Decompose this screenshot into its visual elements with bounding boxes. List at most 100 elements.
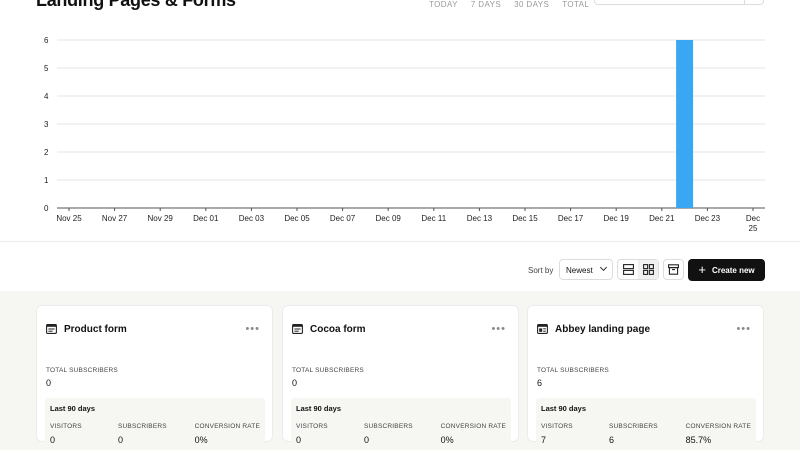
more-options-icon[interactable]: ••• — [245, 323, 260, 335]
stat-visitors: VISITORS 0 — [296, 423, 328, 445]
x-tick-label: Dec 21 — [649, 214, 675, 223]
y-tick-label: 2 — [44, 148, 49, 157]
more-options-icon[interactable]: ••• — [736, 323, 751, 335]
card-title: Product form — [64, 324, 127, 335]
total-subscribers-value: 0 — [292, 378, 298, 388]
x-tick-label: Nov 27 — [102, 214, 128, 223]
list-view-icon — [622, 264, 634, 275]
x-tick-label: Dec 09 — [376, 214, 402, 223]
total-subscribers-value: 6 — [537, 378, 543, 388]
x-tick-label: Dec 01 — [193, 214, 219, 223]
stat-visitors: VISITORS 0 — [50, 423, 82, 445]
y-tick-label: 0 — [44, 204, 49, 213]
subscribers-chart: 0 1 2 3 4 5 6 Nov 25 Nov 27 Nov 29 Dec 01 Dec 03 Dec… — [0, 26, 800, 241]
more-options-icon[interactable]: ••• — [491, 323, 506, 335]
card-stats: Last 90 days VISITORS 0 SUBSCRIBERS 0 CO… — [45, 398, 265, 445]
view-toggle — [617, 259, 659, 280]
range-tabs: TODAY 7 DAYS 30 DAYS TOTAL — [429, 0, 602, 10]
stat-label: VISITORS — [541, 423, 573, 430]
date-picker-divider — [744, 0, 745, 4]
header: Landing Pages & Forms TODAY 7 DAYS 30 DA… — [0, 0, 800, 14]
chart-bar — [676, 40, 694, 208]
page-title: Landing Pages & Forms — [36, 0, 236, 10]
card-abbey-landing-page[interactable]: Abbey landing page ••• TOTAL SUBSCRIBERS… — [527, 305, 764, 445]
list-toolbar: Sort by Newest + Create new — [0, 256, 800, 284]
stat-conversion-rate: CONVERSION RATE 0% — [195, 423, 260, 445]
tab-7-days[interactable]: 7 DAYS — [471, 0, 501, 10]
date-range-picker[interactable] — [594, 0, 764, 5]
stat-conversion-rate: CONVERSION RATE 0% — [441, 423, 506, 445]
x-tick-label: Dec 15 — [512, 214, 538, 223]
x-tick-label: Nov 29 — [148, 214, 174, 223]
stat-visitors: VISITORS 7 — [541, 423, 573, 445]
tab-30-days[interactable]: 30 DAYS — [514, 0, 549, 10]
card-cocoa-form[interactable]: Cocoa form ••• TOTAL SUBSCRIBERS 0 Last … — [282, 305, 519, 445]
stat-value: 6 — [609, 435, 615, 445]
x-tick-label: Dec — [746, 214, 760, 223]
card-title: Cocoa form — [310, 324, 366, 335]
card-stats: Last 90 days VISITORS 7 SUBSCRIBERS 6 CO… — [536, 398, 756, 445]
x-tick-label: Dec 23 — [695, 214, 721, 223]
stat-label: SUBSCRIBERS — [364, 423, 413, 430]
stat-value: 7 — [541, 435, 547, 445]
sort-select-value: Newest — [566, 266, 593, 275]
sort-select[interactable]: Newest — [559, 259, 613, 280]
stat-value: 0% — [440, 435, 454, 445]
list-view-button[interactable] — [618, 260, 638, 279]
stats-period: Last 90 days — [50, 404, 96, 413]
stat-subscribers: SUBSCRIBERS 0 — [364, 423, 413, 445]
y-tick-label: 4 — [44, 92, 49, 101]
form-icon — [292, 324, 303, 334]
x-tick-label: Dec 17 — [558, 214, 584, 223]
grid-view-button[interactable] — [638, 260, 658, 279]
landing-page-icon — [537, 324, 548, 334]
stat-value: 0 — [50, 435, 56, 445]
total-subscribers-label: TOTAL SUBSCRIBERS — [537, 367, 609, 374]
tab-total[interactable]: TOTAL — [562, 0, 589, 10]
page: Landing Pages & Forms TODAY 7 DAYS 30 DA… — [0, 0, 800, 450]
x-tick-label: Dec 05 — [284, 214, 310, 223]
archive-button[interactable] — [663, 259, 684, 280]
stat-value: 0 — [296, 435, 302, 445]
stat-label: SUBSCRIBERS — [609, 423, 658, 430]
divider — [0, 241, 800, 242]
y-tick-label: 6 — [44, 36, 49, 45]
stat-value: 0 — [364, 435, 370, 445]
stat-label: VISITORS — [50, 423, 82, 430]
y-tick-label: 5 — [44, 64, 49, 73]
stat-subscribers: SUBSCRIBERS 6 — [609, 423, 658, 445]
stat-label: CONVERSION RATE — [685, 423, 751, 430]
x-tick-label: Dec 03 — [239, 214, 265, 223]
y-tick-label: 1 — [44, 176, 49, 185]
form-icon — [46, 324, 57, 334]
stat-label: CONVERSION RATE — [194, 423, 260, 430]
archive-icon — [668, 264, 679, 275]
card-product-form[interactable]: Product form ••• TOTAL SUBSCRIBERS 0 Las… — [36, 305, 273, 445]
total-subscribers-label: TOTAL SUBSCRIBERS — [292, 367, 364, 374]
total-subscribers-value: 0 — [46, 378, 52, 388]
y-tick-label: 3 — [44, 120, 49, 129]
x-tick-label: Dec 11 — [421, 214, 446, 223]
stat-value: 0% — [194, 435, 208, 445]
create-new-label: Create new — [711, 265, 755, 275]
tab-today[interactable]: TODAY — [429, 0, 458, 10]
cards-grid: Product form ••• TOTAL SUBSCRIBERS 0 Las… — [0, 291, 800, 450]
x-tick-label: Dec 13 — [467, 214, 493, 223]
stat-value: 0 — [118, 435, 124, 445]
grid-view-icon — [642, 264, 654, 275]
total-subscribers-label: TOTAL SUBSCRIBERS — [46, 367, 118, 374]
stats-period: Last 90 days — [541, 404, 587, 413]
stats-period: Last 90 days — [296, 404, 342, 413]
x-tick-label: 25 — [749, 224, 758, 233]
chevron-down-icon — [599, 263, 608, 272]
card-title: Abbey landing page — [555, 324, 651, 335]
stat-label: VISITORS — [296, 423, 328, 430]
x-tick-label: Dec 19 — [604, 214, 630, 223]
stat-label: SUBSCRIBERS — [118, 423, 167, 430]
chart-svg: 0 1 2 3 4 5 6 Nov 25 Nov 27 Nov 29 Dec 01 Dec 03 Dec… — [44, 36, 765, 233]
sort-label: Sort by — [528, 266, 554, 275]
stat-subscribers: SUBSCRIBERS 0 — [118, 423, 167, 445]
create-new-button[interactable]: + Create new — [688, 259, 765, 281]
stat-conversion-rate: CONVERSION RATE 85.7% — [686, 423, 751, 445]
plus-icon: + — [698, 262, 706, 277]
